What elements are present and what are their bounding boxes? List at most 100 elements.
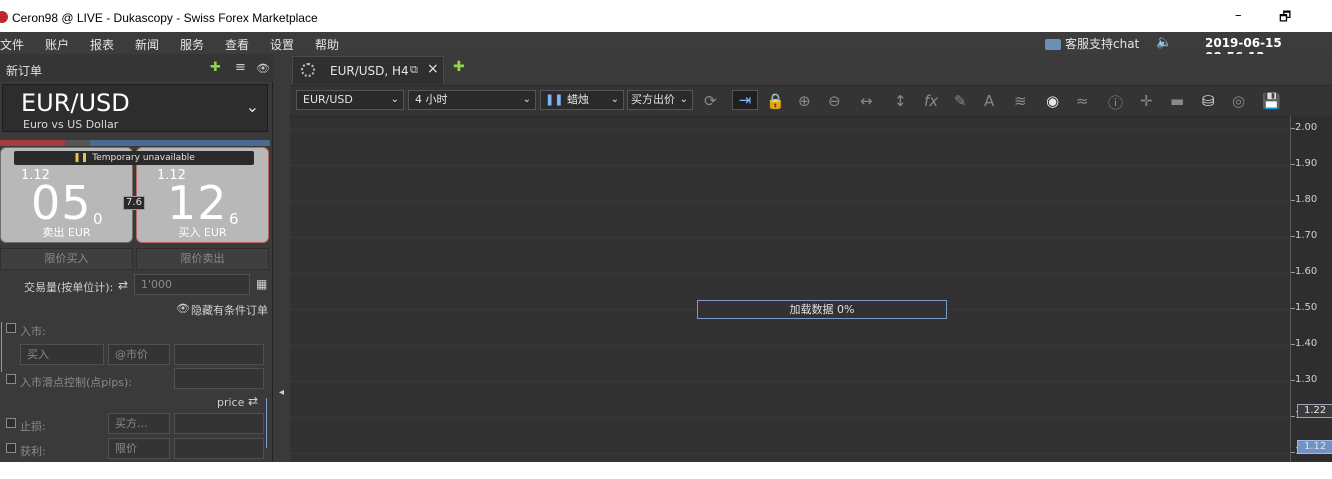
- entry-side-select[interactable]: 买入: [20, 344, 104, 365]
- chevron-down-icon: ⌄: [245, 97, 259, 116]
- panel-splitter[interactable]: [273, 54, 290, 479]
- info-icon[interactable]: ⓘ: [1108, 92, 1123, 113]
- grid-line: [290, 237, 1290, 238]
- vertical-fit-icon[interactable]: ↕: [894, 92, 907, 110]
- hide-eye-icon[interactable]: 👁: [256, 62, 270, 75]
- takeprofit-checkbox[interactable]: [6, 443, 16, 453]
- grid-line: [290, 201, 1290, 202]
- menu-icon[interactable]: ≡: [235, 60, 246, 75]
- sell-label: 卖出 EUR: [42, 226, 91, 239]
- quantity-label: 交易量(按单位计):: [24, 281, 114, 294]
- swap-icon[interactable]: ⇄: [118, 278, 128, 292]
- panel-header: 新订单 ✚ ≡ 👁: [0, 54, 273, 82]
- instrument-select[interactable]: EUR/USD ⌄: [296, 90, 404, 110]
- limit-buy-button[interactable]: 限价买入: [0, 248, 133, 270]
- chevron-down-icon: ⌄: [390, 94, 399, 105]
- add-chart-icon[interactable]: ✚: [210, 60, 221, 75]
- limit-sell-button[interactable]: 限价卖出: [136, 248, 269, 270]
- collapse-panel-icon[interactable]: ◂: [279, 387, 284, 398]
- wave-icon[interactable]: ≈: [1076, 92, 1089, 110]
- buy-label: 买入 EUR: [178, 226, 227, 239]
- indicator-icon[interactable]: fx: [924, 92, 938, 110]
- chart-tabbar: EUR/USD, H4 ⧉ × ✚: [290, 54, 1332, 86]
- sell-price-main: 05: [31, 176, 92, 230]
- takeprofit-input[interactable]: [174, 438, 264, 459]
- zoom-out-icon[interactable]: ⊖: [828, 92, 841, 110]
- entry-bracket: [1, 322, 2, 372]
- chart-type-select[interactable]: ❚❚ 蜡烛 ⌄: [540, 90, 624, 110]
- paint-bucket-icon[interactable]: ⛁: [1202, 92, 1215, 110]
- slippage-input[interactable]: [174, 368, 264, 389]
- sentiment-bar: [0, 140, 270, 146]
- quantity-input[interactable]: 1'000: [134, 274, 250, 295]
- new-order-panel: 新订单 ✚ ≡ 👁 EUR/USD Euro vs US Dollar ⌄ 1.…: [0, 54, 273, 479]
- restore-button[interactable]: 🗗: [1279, 8, 1291, 30]
- support-chat-button[interactable]: 客服支持chat: [1045, 35, 1139, 52]
- chart-canvas[interactable]: 加载数据 0%: [290, 116, 1290, 479]
- tick-label: 1.80: [1295, 194, 1318, 205]
- grid-line: [290, 129, 1290, 130]
- undock-icon[interactable]: ⧉: [410, 63, 418, 77]
- spread-badge: 7.6: [123, 196, 145, 210]
- stoploss-side-select[interactable]: 买方...: [108, 413, 170, 434]
- pencil-icon[interactable]: ✎: [954, 92, 967, 110]
- speaker-icon[interactable]: 🔈: [1156, 35, 1172, 50]
- menu-file[interactable]: 文件: [0, 36, 24, 53]
- horizontal-fit-icon[interactable]: ↔: [860, 92, 873, 110]
- chat-icon: [1045, 39, 1061, 50]
- shift-chart-icon[interactable]: ⇥: [732, 90, 758, 110]
- window-bottom-edge: [0, 462, 1332, 479]
- loading-progress-box: 加载数据 0%: [697, 300, 947, 319]
- layers-icon[interactable]: ≋: [1014, 92, 1027, 110]
- lock-icon[interactable]: 🔒: [766, 92, 785, 110]
- tick-label: 1.60: [1295, 266, 1318, 277]
- current-price-marker: 1.12: [1297, 440, 1332, 454]
- tick-label: 1.50: [1295, 302, 1318, 313]
- refresh-icon[interactable]: ⟳: [704, 92, 717, 110]
- app-logo-icon: [0, 11, 8, 23]
- menu-settings[interactable]: 设置: [270, 36, 294, 53]
- chevron-down-icon: ⌄: [610, 94, 619, 105]
- menu-help[interactable]: 帮助: [315, 36, 339, 53]
- tab-eurusd-h4[interactable]: EUR/USD, H4 ⧉ ×: [292, 56, 444, 84]
- close-icon[interactable]: ×: [427, 61, 439, 77]
- grid-line: [290, 417, 1290, 418]
- offer-side-select[interactable]: 买方出价 ⌄: [627, 90, 693, 110]
- takeprofit-side-select[interactable]: 限价: [108, 438, 170, 459]
- ruler-icon[interactable]: ▬: [1170, 92, 1184, 110]
- theme-icon[interactable]: ◎: [1232, 92, 1245, 110]
- crosshair-icon[interactable]: ✛: [1140, 92, 1153, 110]
- candle-icon: ❚❚: [545, 93, 564, 106]
- hide-conditional-link[interactable]: 隐藏有条件订单: [191, 302, 268, 318]
- window-title: Ceron98 @ LIVE - Dukascopy - Swiss Forex…: [12, 11, 318, 25]
- price-mode-label: price: [217, 396, 245, 409]
- period-select[interactable]: 4 小时 ⌄: [408, 90, 536, 110]
- support-chat-label: 客服支持chat: [1065, 37, 1140, 51]
- tab-title: EUR/USD, H4: [330, 64, 409, 78]
- slippage-label: 入市滑点控制(点pips):: [20, 376, 133, 389]
- sentiment-sell: [0, 140, 65, 146]
- text-tool-icon[interactable]: A: [984, 92, 994, 110]
- slippage-checkbox[interactable]: [6, 374, 16, 384]
- menu-news[interactable]: 新闻: [135, 36, 159, 53]
- stoploss-input[interactable]: [174, 413, 264, 434]
- save-icon[interactable]: 💾: [1262, 92, 1281, 110]
- entry-checkbox[interactable]: [6, 323, 16, 333]
- zoom-in-icon[interactable]: ⊕: [798, 92, 811, 110]
- eye-icon[interactable]: ◉: [1046, 92, 1059, 110]
- price-axis[interactable]: 2.00 1.90 1.80 1.70 1.60 1.50 1.40 1.30 …: [1290, 116, 1332, 479]
- new-chart-icon[interactable]: ✚: [453, 59, 465, 75]
- instrument-selector[interactable]: EUR/USD Euro vs US Dollar ⌄: [2, 84, 268, 132]
- stoploss-checkbox[interactable]: [6, 418, 16, 428]
- entry-price-select[interactable]: @市价: [108, 344, 170, 365]
- menu-account[interactable]: 账户: [45, 36, 69, 53]
- menu-view[interactable]: 查看: [225, 36, 249, 53]
- menu-services[interactable]: 服务: [180, 36, 204, 53]
- chevron-down-icon: ⌄: [679, 94, 688, 105]
- menu-reports[interactable]: 报表: [90, 36, 114, 53]
- entry-price-input[interactable]: [174, 344, 264, 365]
- chart-area: EUR/USD, H4 ⧉ × ✚ EUR/USD ⌄ 4 小时 ⌄ ❚❚ 蜡烛 ⌄ …: [290, 54, 1332, 479]
- calculator-icon[interactable]: ▦: [256, 277, 267, 291]
- minimize-button[interactable]: –: [1235, 8, 1242, 23]
- price-swap-icon[interactable]: ⇄: [248, 394, 258, 408]
